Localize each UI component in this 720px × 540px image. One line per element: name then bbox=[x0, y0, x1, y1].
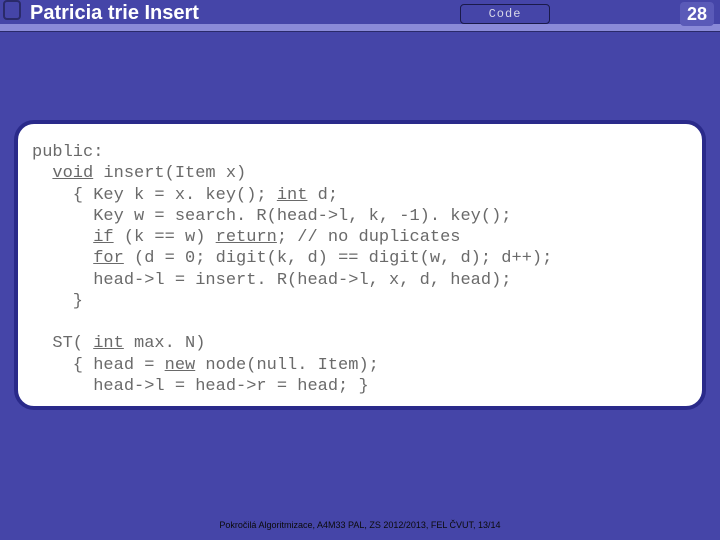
code-line: public: bbox=[32, 143, 103, 162]
code-block: public: void insert(Item x) { Key k = x.… bbox=[32, 142, 688, 397]
section-badge: Code bbox=[460, 4, 550, 24]
code-line-rest: node(null. Item); bbox=[195, 356, 379, 375]
code-line: } bbox=[32, 292, 83, 311]
keyword-return: return bbox=[216, 228, 277, 247]
code-line-indent: ST( bbox=[32, 334, 93, 353]
code-line-indent: { Key k = x. key(); bbox=[32, 186, 277, 205]
slide-header: Patricia trie Insert Code 28 bbox=[0, 0, 720, 32]
code-panel: public: void insert(Item x) { Key k = x.… bbox=[14, 120, 706, 410]
code-line-mid: (k == w) bbox=[114, 228, 216, 247]
code-line: head->l = head->r = head; } bbox=[32, 377, 369, 396]
code-line-indent bbox=[32, 228, 93, 247]
keyword-new: new bbox=[165, 356, 196, 375]
keyword-void: void bbox=[52, 164, 93, 183]
keyword-int: int bbox=[93, 334, 124, 353]
header-underline bbox=[0, 24, 720, 32]
code-comment: // no duplicates bbox=[297, 228, 460, 247]
code-line-rest: d; bbox=[307, 186, 338, 205]
keyword-for: for bbox=[93, 249, 124, 268]
page-number: 28 bbox=[680, 2, 714, 26]
code-line-semi: ; bbox=[277, 228, 297, 247]
slide-footer: Pokročilá Algoritmizace, A4M33 PAL, ZS 2… bbox=[0, 520, 720, 530]
code-line-rest: (d = 0; digit(k, d) == digit(w, d); d++)… bbox=[124, 249, 552, 268]
keyword-int: int bbox=[277, 186, 308, 205]
code-line: Key w = search. R(head->l, k, -1). key()… bbox=[32, 207, 511, 226]
code-line-indent bbox=[32, 164, 52, 183]
code-line: head->l = insert. R(head->l, x, d, head)… bbox=[32, 271, 511, 290]
keyword-if: if bbox=[93, 228, 113, 247]
code-line-rest: insert(Item x) bbox=[93, 164, 246, 183]
header-tab-decoration bbox=[3, 0, 21, 20]
code-line-rest: max. N) bbox=[124, 334, 206, 353]
slide-title: Patricia trie Insert bbox=[30, 2, 199, 25]
code-line-indent: { head = bbox=[32, 356, 165, 375]
code-line-indent bbox=[32, 249, 93, 268]
